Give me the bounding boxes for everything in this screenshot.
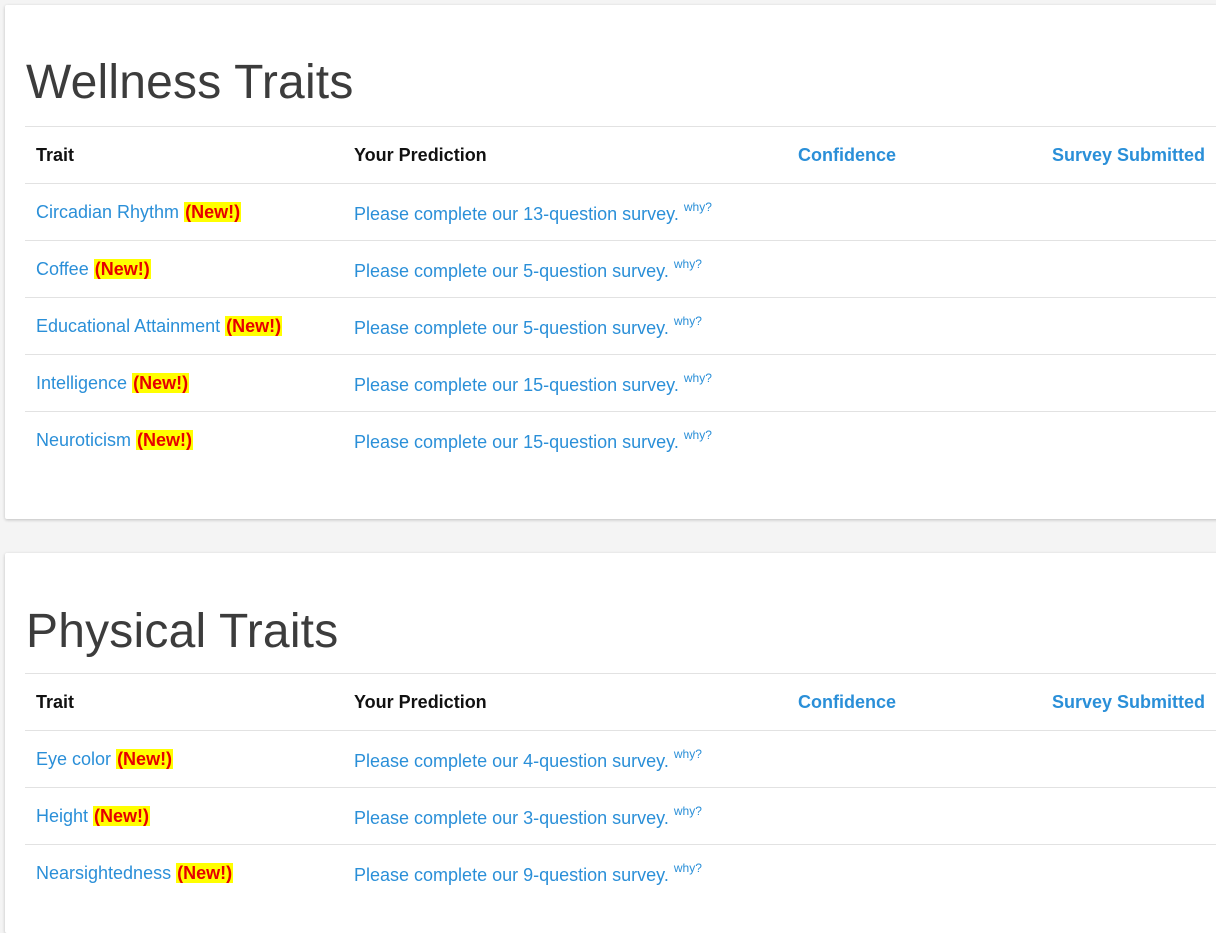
confidence-cell: [787, 240, 1041, 298]
table-row: Nearsightedness (New!) Please complete ou…: [25, 844, 1216, 901]
prediction-column-header: Your Prediction: [343, 673, 787, 731]
survey-link[interactable]: Please complete our 4-question survey.: [354, 751, 669, 771]
trait-cell: Eye color (New!): [25, 730, 343, 788]
wellness-traits-table: Trait Your Prediction Confidence Survey …: [25, 126, 1216, 468]
trait-link[interactable]: Coffee: [36, 259, 89, 279]
new-badge: (New!): [93, 805, 151, 826]
physical-traits-card: Physical Traits Trait Your Prediction Co…: [5, 553, 1216, 933]
new-badge: (New!): [93, 258, 151, 279]
new-badge: (New!): [116, 748, 174, 769]
trait-link[interactable]: Intelligence: [36, 373, 127, 393]
new-badge: (New!): [132, 372, 190, 393]
survey-submitted-column-header[interactable]: Survey Submitted: [1041, 673, 1216, 731]
trait-cell: Nearsightedness (New!): [25, 844, 343, 901]
trait-cell: Intelligence (New!): [25, 354, 343, 412]
trait-link[interactable]: Neuroticism: [36, 430, 131, 450]
survey-link[interactable]: Please complete our 3-question survey.: [354, 808, 669, 828]
trait-link[interactable]: Eye color: [36, 749, 111, 769]
prediction-cell: Please complete our 3-question survey. w…: [343, 787, 787, 845]
survey-link[interactable]: Please complete our 13-question survey.: [354, 204, 679, 224]
trait-cell: Neuroticism (New!): [25, 411, 343, 468]
wellness-traits-title: Wellness Traits: [26, 56, 354, 109]
prediction-cell: Please complete our 9-question survey. w…: [343, 844, 787, 901]
table-row: Educational Attainment (New!) Please comp…: [25, 297, 1216, 355]
prediction-column-header: Your Prediction: [343, 126, 787, 184]
new-badge: (New!): [225, 315, 283, 336]
prediction-cell: Please complete our 13-question survey. …: [343, 183, 787, 241]
new-badge: (New!): [184, 201, 242, 222]
confidence-cell: [787, 730, 1041, 788]
survey-submitted-cell: [1041, 183, 1216, 241]
confidence-column-header[interactable]: Confidence: [787, 673, 1041, 731]
table-header-row: Trait Your Prediction Confidence Survey …: [25, 126, 1216, 184]
survey-submitted-cell: [1041, 297, 1216, 355]
trait-column-header: Trait: [25, 673, 343, 731]
confidence-cell: [787, 787, 1041, 845]
confidence-cell: [787, 183, 1041, 241]
trait-column-header: Trait: [25, 126, 343, 184]
prediction-cell: Please complete our 5-question survey. w…: [343, 297, 787, 355]
survey-link[interactable]: Please complete our 5-question survey.: [354, 318, 669, 338]
survey-link[interactable]: Please complete our 9-question survey.: [354, 865, 669, 885]
trait-link[interactable]: Nearsightedness: [36, 863, 171, 883]
prediction-cell: Please complete our 5-question survey. w…: [343, 240, 787, 298]
confidence-cell: [787, 354, 1041, 412]
survey-submitted-column-header[interactable]: Survey Submitted: [1041, 126, 1216, 184]
why-link[interactable]: why?: [674, 804, 702, 818]
trait-cell: Coffee (New!): [25, 240, 343, 298]
wellness-traits-card: Wellness Traits Trait Your Prediction Co…: [5, 5, 1216, 519]
survey-submitted-cell: [1041, 844, 1216, 901]
survey-link[interactable]: Please complete our 15-question survey.: [354, 375, 679, 395]
trait-link[interactable]: Height: [36, 806, 88, 826]
why-link[interactable]: why?: [684, 200, 712, 214]
trait-link[interactable]: Circadian Rhythm: [36, 202, 179, 222]
why-link[interactable]: why?: [674, 257, 702, 271]
why-link[interactable]: why?: [674, 861, 702, 875]
why-link[interactable]: why?: [674, 747, 702, 761]
prediction-cell: Please complete our 15-question survey. …: [343, 411, 787, 468]
confidence-cell: [787, 844, 1041, 901]
prediction-cell: Please complete our 15-question survey. …: [343, 354, 787, 412]
physical-traits-title: Physical Traits: [26, 605, 339, 658]
table-row: Intelligence (New!) Please complete our 1…: [25, 354, 1216, 412]
survey-submitted-cell: [1041, 730, 1216, 788]
physical-traits-table: Trait Your Prediction Confidence Survey …: [25, 673, 1216, 901]
survey-submitted-cell: [1041, 787, 1216, 845]
trait-cell: Height (New!): [25, 787, 343, 845]
survey-submitted-cell: [1041, 411, 1216, 468]
why-link[interactable]: why?: [684, 371, 712, 385]
table-row: Eye color (New!) Please complete our 4-qu…: [25, 730, 1216, 788]
survey-submitted-cell: [1041, 240, 1216, 298]
confidence-column-header[interactable]: Confidence: [787, 126, 1041, 184]
survey-submitted-cell: [1041, 354, 1216, 412]
confidence-cell: [787, 411, 1041, 468]
trait-cell: Circadian Rhythm (New!): [25, 183, 343, 241]
trait-cell: Educational Attainment (New!): [25, 297, 343, 355]
prediction-cell: Please complete our 4-question survey. w…: [343, 730, 787, 788]
why-link[interactable]: why?: [684, 428, 712, 442]
trait-link[interactable]: Educational Attainment: [36, 316, 220, 336]
table-row: Circadian Rhythm (New!) Please complete o…: [25, 183, 1216, 241]
table-row: Height (New!) Please complete our 3-quest…: [25, 787, 1216, 845]
table-header-row: Trait Your Prediction Confidence Survey …: [25, 673, 1216, 731]
confidence-cell: [787, 297, 1041, 355]
why-link[interactable]: why?: [674, 314, 702, 328]
table-row: Neuroticism (New!) Please complete our 15…: [25, 411, 1216, 468]
table-row: Coffee (New!) Please complete our 5-quest…: [25, 240, 1216, 298]
new-badge: (New!): [136, 429, 194, 450]
new-badge: (New!): [176, 862, 234, 883]
survey-link[interactable]: Please complete our 15-question survey.: [354, 432, 679, 452]
survey-link[interactable]: Please complete our 5-question survey.: [354, 261, 669, 281]
